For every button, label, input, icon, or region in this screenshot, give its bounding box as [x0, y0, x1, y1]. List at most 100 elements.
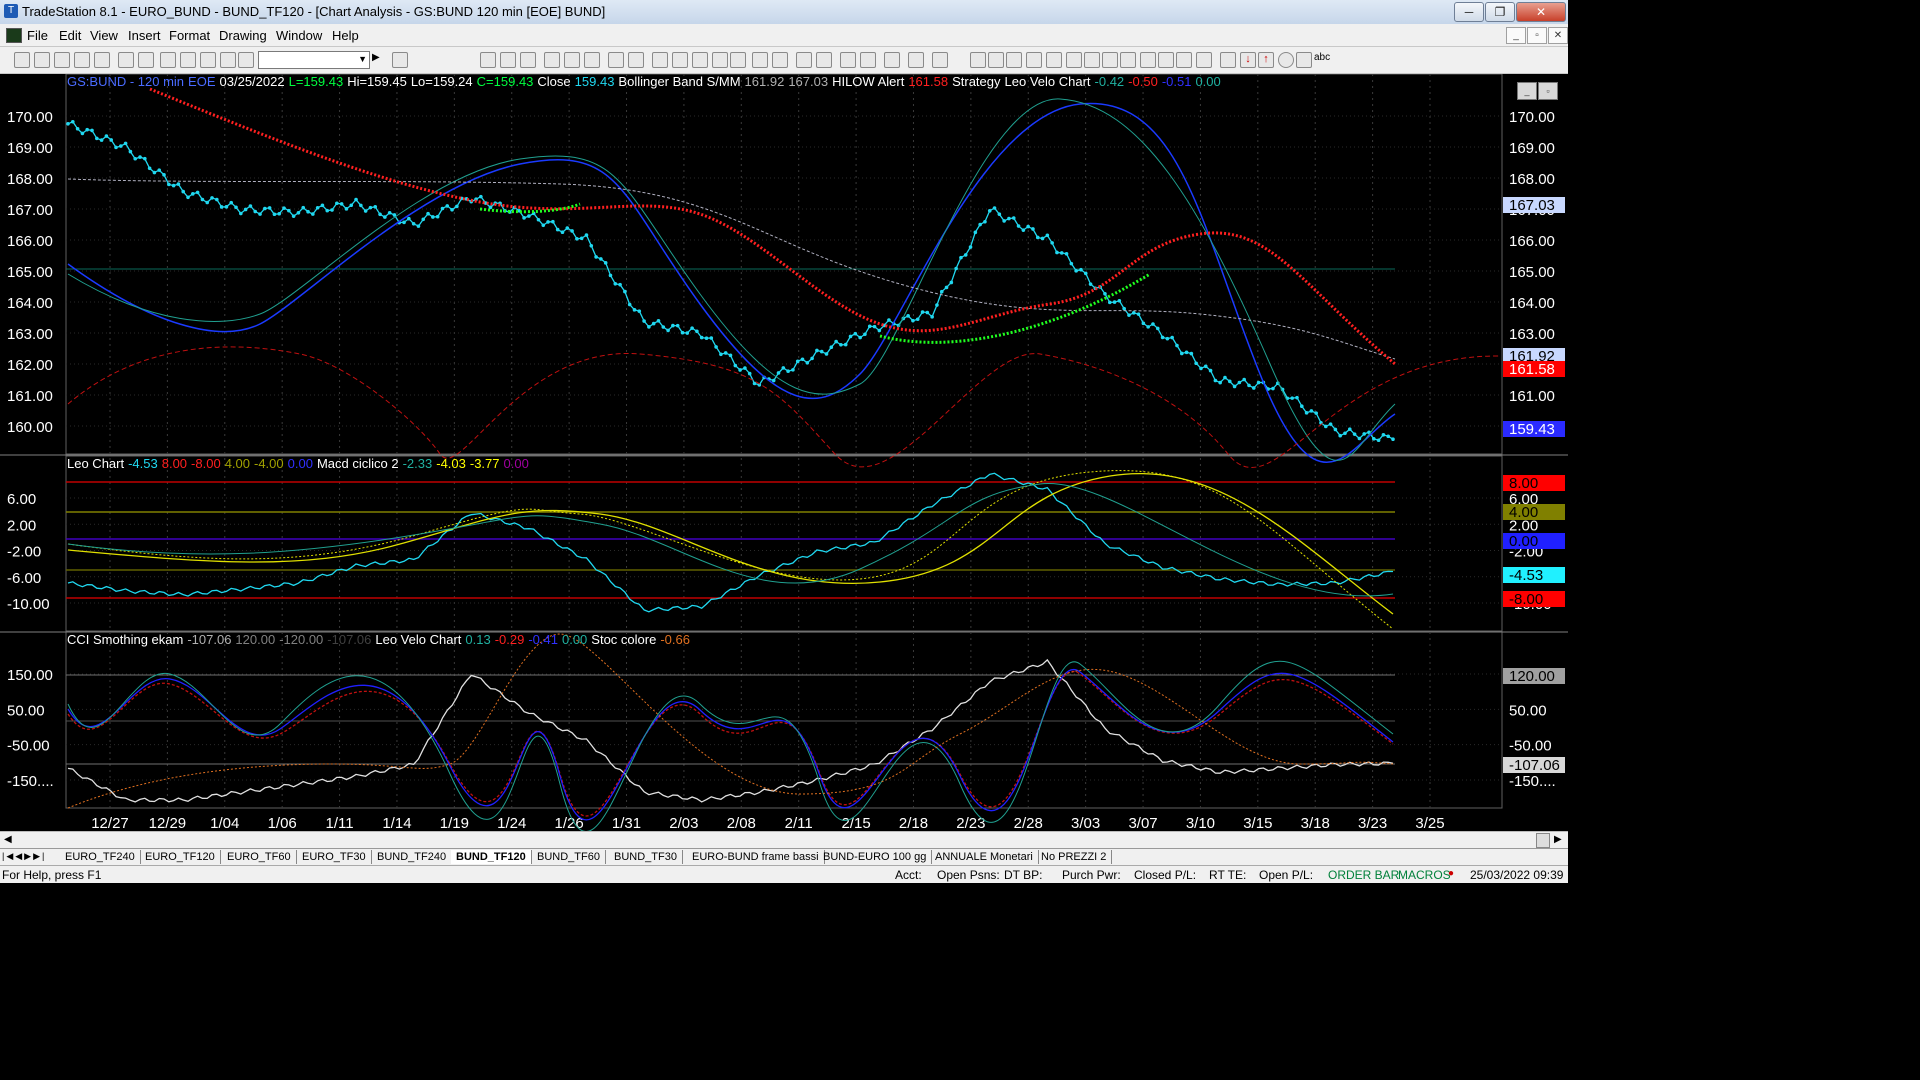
menu-insert[interactable]: Insert — [128, 28, 161, 43]
regression-icon[interactable] — [1102, 52, 1118, 68]
zoom-in-icon[interactable] — [796, 52, 812, 68]
pane2-value-badge-label: 4.00 — [1509, 504, 1538, 521]
bars-icon[interactable] — [712, 52, 728, 68]
curve-icon[interactable] — [1220, 52, 1236, 68]
sound-icon[interactable] — [692, 52, 708, 68]
tab-bund-tf240[interactable]: BUND_TF240 — [372, 850, 453, 864]
parallel-icon[interactable] — [1158, 52, 1174, 68]
arrow-down-icon[interactable]: ↓ — [1240, 52, 1256, 68]
bars2-icon[interactable] — [730, 52, 746, 68]
tab-euro-tf60[interactable]: EURO_TF60 — [222, 850, 297, 864]
speed-lines-icon[interactable] — [1084, 52, 1100, 68]
globe-icon[interactable] — [238, 52, 254, 68]
gann-icon[interactable] — [1066, 52, 1082, 68]
disabled-icon[interactable] — [932, 52, 948, 68]
scroll-thumb[interactable] — [1536, 833, 1550, 848]
arrow-up-icon[interactable]: ↑ — [1258, 52, 1274, 68]
folder-icon[interactable] — [94, 52, 110, 68]
close-price-point — [939, 289, 944, 294]
minimize-button[interactable]: ─ — [1454, 2, 1484, 22]
tab-bund-euro-100-gg[interactable]: BUND-EURO 100 gg — [818, 850, 933, 864]
maximize-button[interactable]: ❐ — [1485, 2, 1515, 22]
bar-type-icon[interactable] — [564, 52, 580, 68]
matrix-icon[interactable] — [672, 52, 688, 68]
expand-icon[interactable] — [752, 52, 768, 68]
tab-euro-tf240[interactable]: EURO_TF240 — [60, 850, 141, 864]
menu-help[interactable]: Help — [332, 28, 359, 43]
print-icon[interactable] — [118, 52, 134, 68]
tab-euro-bund-frame-bassi[interactable]: EURO-BUND frame bassi — [687, 850, 825, 864]
window2-icon[interactable] — [180, 52, 196, 68]
close-button[interactable]: ✕ — [1516, 2, 1566, 22]
fib-icon[interactable] — [1006, 52, 1022, 68]
horizontal-scrollbar[interactable]: ◀ ▶ — [0, 831, 1568, 849]
zoom-out-icon[interactable] — [816, 52, 832, 68]
angle-icon[interactable] — [1120, 52, 1136, 68]
menu-edit[interactable]: Edit — [59, 28, 81, 43]
insert-indicator-icon[interactable] — [500, 52, 516, 68]
menu-file[interactable]: File — [27, 28, 48, 43]
tab-annuale-monetari[interactable]: ANNUALE Monetari — [930, 850, 1039, 864]
symbol-select[interactable]: ▼ — [258, 51, 370, 69]
compress-icon[interactable] — [772, 52, 788, 68]
chart-icon[interactable] — [220, 52, 236, 68]
line-type-icon[interactable] — [584, 52, 600, 68]
text-icon[interactable]: abc — [1314, 52, 1330, 66]
tab-bund-tf30[interactable]: BUND_TF30 — [609, 850, 683, 864]
lock-icon[interactable] — [200, 52, 216, 68]
tools-icon[interactable] — [884, 52, 900, 68]
close-price-point — [1223, 375, 1227, 380]
menu-format[interactable]: Format — [169, 28, 210, 43]
chart-doc-icon[interactable] — [6, 28, 22, 43]
format-icon[interactable] — [608, 52, 624, 68]
new-icon[interactable] — [14, 52, 30, 68]
play-icon[interactable]: ▶ — [372, 52, 386, 66]
tab-bund-tf60[interactable]: BUND_TF60 — [532, 850, 606, 864]
channel-icon[interactable] — [1026, 52, 1042, 68]
mdi-close-button[interactable]: ✕ — [1548, 27, 1568, 44]
macros-button[interactable]: MACROS — [1398, 868, 1451, 882]
tab-euro-tf30[interactable]: EURO_TF30 — [297, 850, 372, 864]
binoculars-icon[interactable] — [392, 52, 408, 68]
order-bar-button[interactable]: ORDER BAR — [1328, 868, 1399, 882]
pane-minimize-button[interactable]: _ — [1517, 82, 1537, 100]
pencil-icon[interactable] — [1196, 52, 1212, 68]
mdi-minimize-button[interactable]: _ — [1506, 27, 1526, 44]
tab-bund-tf120[interactable]: BUND_TF120 — [451, 850, 532, 864]
insert-study-icon[interactable] — [480, 52, 496, 68]
insert-strategy-icon[interactable] — [520, 52, 536, 68]
scroll-right-icon[interactable]: ▶ — [1554, 834, 1562, 845]
open-icon[interactable] — [34, 52, 50, 68]
save-icon[interactable] — [54, 52, 70, 68]
arrow-lr-icon[interactable] — [1140, 52, 1156, 68]
tab-euro-tf120[interactable]: EURO_TF120 — [140, 850, 221, 864]
andrews-icon[interactable] — [1046, 52, 1062, 68]
export-icon[interactable] — [908, 52, 924, 68]
chart-area[interactable]: 12/27 12/29 1/04 1/06 1/11 1/14 1/19 1/24 1/26 1/… — [0, 74, 1568, 831]
close-price-point — [608, 273, 613, 278]
scroll-left-icon[interactable]: ◀ — [4, 834, 12, 845]
mdi-restore-button[interactable]: ▫ — [1527, 27, 1547, 44]
crosshair-icon[interactable] — [860, 52, 876, 68]
tab-nav-arrows-icon[interactable]: |◀◀▶▶| — [2, 851, 46, 862]
pane-restore-button[interactable]: ▫ — [1538, 82, 1558, 100]
candle-icon[interactable] — [544, 52, 560, 68]
data-window-icon[interactable] — [628, 52, 644, 68]
chart-canvas[interactable]: 12/27 12/29 1/04 1/06 1/11 1/14 1/19 1/24 1/26 1/… — [0, 74, 1568, 831]
window-icon[interactable] — [160, 52, 176, 68]
tab-no-prezzi-2[interactable]: No PREZZI 2 — [1036, 850, 1113, 864]
menu-drawing[interactable]: Drawing — [219, 28, 267, 43]
horizontal-line-icon[interactable] — [988, 52, 1004, 68]
menu-window[interactable]: Window — [276, 28, 322, 43]
radar-icon[interactable] — [652, 52, 668, 68]
print-preview-icon[interactable] — [138, 52, 154, 68]
ellipse-icon[interactable] — [1278, 52, 1294, 68]
menu-view[interactable]: View — [90, 28, 118, 43]
pointer-icon[interactable] — [840, 52, 856, 68]
close-price-point — [1309, 409, 1314, 413]
pane3-value-badge-label: -107.06 — [1509, 757, 1560, 774]
rectangle-icon[interactable] — [1296, 52, 1312, 68]
arc-icon[interactable] — [1176, 52, 1192, 68]
workspace-icon[interactable] — [74, 52, 90, 68]
trendline-icon[interactable] — [970, 52, 986, 68]
